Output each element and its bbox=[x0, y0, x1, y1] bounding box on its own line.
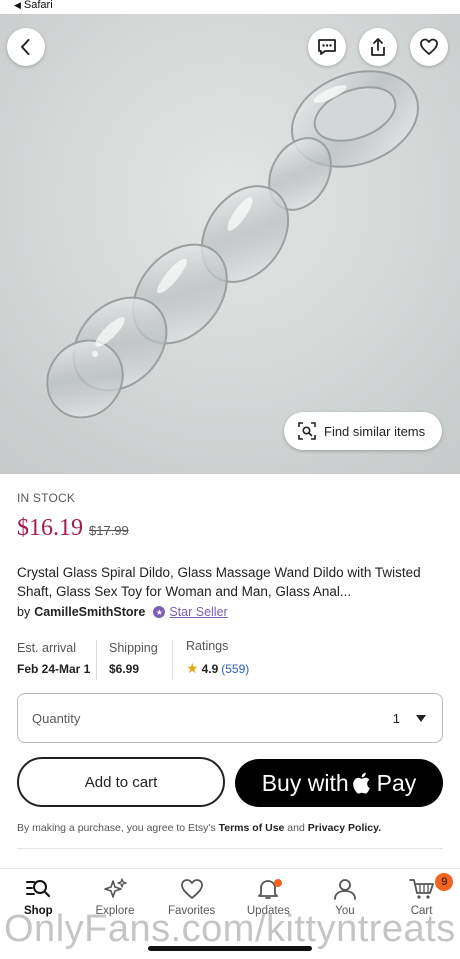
apple-logo-icon bbox=[352, 772, 370, 794]
rating-count[interactable]: (559) bbox=[221, 662, 249, 676]
quantity-value: 1 bbox=[392, 710, 400, 726]
legal-notice: By making a purchase, you agree to Etsy'… bbox=[17, 822, 381, 834]
shipping-value: $6.99 bbox=[109, 662, 140, 676]
status-bar: ◀ Safari bbox=[0, 0, 460, 14]
product-title[interactable]: Crystal Glass Spiral Dildo, Glass Massag… bbox=[17, 563, 447, 601]
share-icon bbox=[371, 38, 385, 56]
find-similar-button[interactable]: Find similar items bbox=[284, 412, 442, 450]
find-similar-label: Find similar items bbox=[324, 423, 426, 439]
divider bbox=[17, 848, 443, 849]
product-photo bbox=[0, 14, 460, 474]
shop-search-icon bbox=[26, 880, 51, 898]
cart-count-badge: 9 bbox=[435, 873, 454, 891]
seller-name[interactable]: CamilleSmithStore bbox=[34, 605, 145, 619]
original-price: $17.99 bbox=[89, 523, 129, 538]
ratings-label: Ratings bbox=[186, 639, 229, 653]
seller-row: by CamilleSmithStore ★ Star Seller bbox=[17, 605, 228, 619]
stock-status: IN STOCK bbox=[17, 491, 76, 505]
sparkle-icon bbox=[104, 878, 127, 898]
visual-search-icon bbox=[298, 422, 316, 440]
legal-and: and bbox=[287, 822, 305, 834]
shipping-label: Shipping bbox=[109, 641, 158, 655]
star-seller-link[interactable]: Star Seller bbox=[169, 605, 227, 619]
by-label: by bbox=[17, 605, 31, 619]
message-icon bbox=[318, 39, 336, 55]
privacy-link[interactable]: Privacy Policy. bbox=[308, 822, 381, 834]
back-app-label[interactable]: Safari bbox=[24, 0, 53, 11]
updates-dot bbox=[273, 879, 282, 887]
add-to-cart-button[interactable]: Add to cart bbox=[17, 757, 225, 807]
quantity-select[interactable]: Quantity 1 bbox=[17, 693, 443, 743]
share-button[interactable] bbox=[359, 28, 397, 66]
rating-score: 4.9 bbox=[201, 661, 219, 676]
caret-down-icon bbox=[416, 714, 426, 722]
apple-pay-button[interactable]: Buy with Pay bbox=[235, 759, 443, 807]
heart-icon bbox=[420, 38, 438, 55]
watermark: OnlyFans.com/kittyntreats bbox=[4, 908, 456, 950]
pay-label: Pay bbox=[376, 769, 417, 796]
star-seller-icon: ★ bbox=[153, 606, 166, 618]
sale-price: $16.19 bbox=[17, 515, 83, 541]
message-seller-button[interactable] bbox=[308, 28, 346, 66]
product-image[interactable]: Find similar items bbox=[0, 14, 460, 474]
star-icon: ★ bbox=[186, 660, 199, 676]
home-indicator[interactable] bbox=[148, 946, 312, 951]
est-arrival: Est. arrival Feb 24-Mar 1 bbox=[17, 641, 90, 676]
divider bbox=[96, 640, 97, 680]
back-button[interactable] bbox=[7, 28, 45, 66]
back-to-app-icon[interactable]: ◀ bbox=[14, 0, 21, 10]
est-arrival-value: Feb 24-Mar 1 bbox=[17, 662, 91, 676]
heart-icon bbox=[180, 879, 203, 899]
terms-link[interactable]: Terms of Use bbox=[219, 822, 285, 834]
buy-with-label: Buy with bbox=[261, 769, 349, 796]
ratings-info[interactable]: Ratings ★ 4.9 (559) bbox=[186, 639, 249, 677]
legal-prefix: By making a purchase, you agree to Etsy'… bbox=[17, 822, 216, 834]
favorite-button[interactable] bbox=[410, 28, 448, 66]
quantity-label: Quantity bbox=[32, 710, 81, 726]
shipping-info: Shipping $6.99 bbox=[109, 641, 158, 676]
cart-icon bbox=[408, 879, 434, 899]
est-arrival-label: Est. arrival bbox=[17, 641, 77, 655]
ratings-value: ★ 4.9 (559) bbox=[186, 660, 249, 677]
price-row: $16.19 $17.99 bbox=[17, 515, 129, 542]
divider bbox=[172, 640, 173, 680]
chevron-left-icon bbox=[21, 39, 30, 55]
person-icon bbox=[334, 879, 356, 900]
